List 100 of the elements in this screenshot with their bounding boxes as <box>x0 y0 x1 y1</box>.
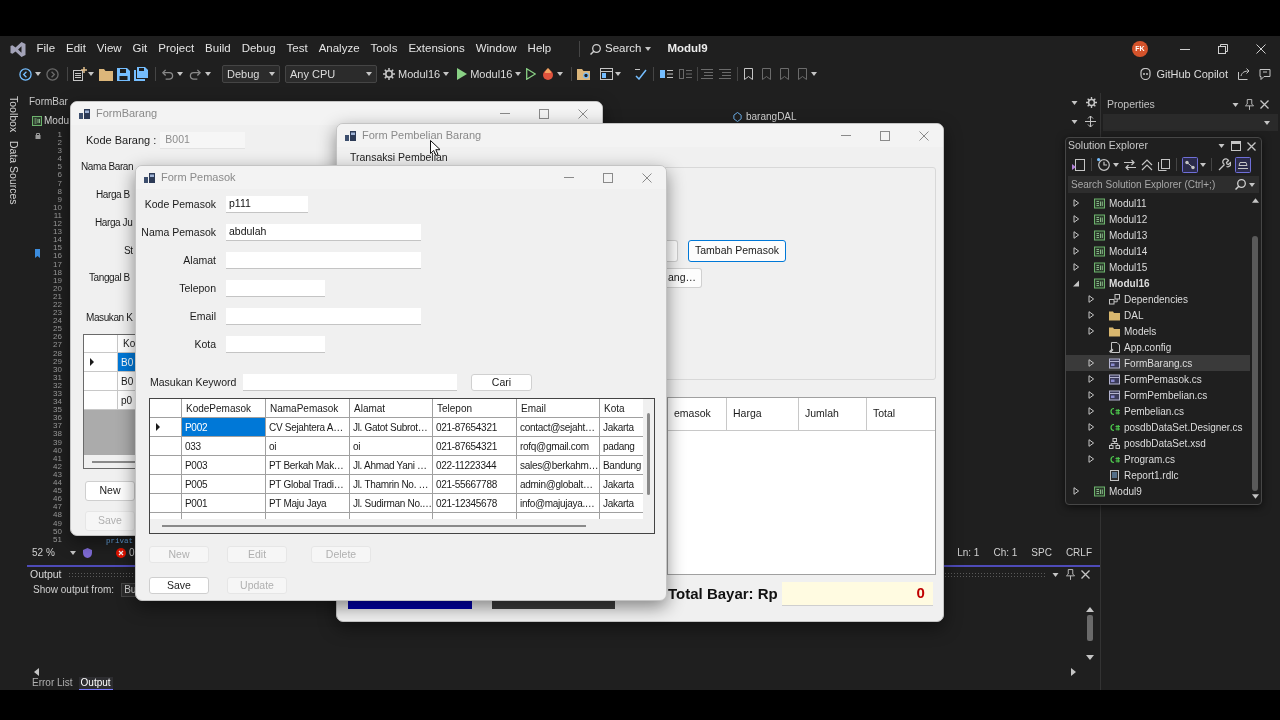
tree-item[interactable]: Modul16 <box>1066 275 1250 291</box>
tree-item[interactable]: Modul13 <box>1066 227 1250 243</box>
lines-icon[interactable] <box>701 68 714 80</box>
back-icon[interactable] <box>19 67 32 81</box>
tree-item[interactable]: Modul11 <box>1066 195 1250 211</box>
menu-item[interactable]: Git <box>127 38 153 60</box>
search-field[interactable]: Search Solution Explorer (Ctrl+;) <box>1068 176 1259 193</box>
caret-icon[interactable] <box>811 72 818 76</box>
tree-item[interactable]: FormPembelian.cs <box>1066 387 1250 403</box>
collapsed-triangle-icon[interactable] <box>1073 199 1080 207</box>
form-button[interactable]: Tambah Pemasok <box>688 240 786 262</box>
caret-icon[interactable] <box>1071 101 1078 105</box>
collapsed-triangle-icon[interactable] <box>1088 311 1095 319</box>
tree-item[interactable]: Dependencies <box>1066 291 1250 307</box>
save-icon[interactable] <box>117 67 130 81</box>
undo-icon[interactable] <box>161 67 174 81</box>
menu-item[interactable]: Test <box>281 38 314 60</box>
collapsed-triangle-icon[interactable] <box>1073 231 1080 239</box>
collapsed-triangle-icon[interactable] <box>1073 247 1080 255</box>
caret-icon[interactable] <box>1232 102 1239 107</box>
tree-item[interactable]: FormPemasok.cs <box>1066 371 1250 387</box>
flame-icon[interactable] <box>542 68 555 80</box>
side-tab[interactable]: Toolbox <box>7 96 20 133</box>
close-icon[interactable] <box>1081 570 1090 579</box>
panel-tab[interactable]: Error List <box>30 677 75 689</box>
close-icon[interactable] <box>1256 44 1266 54</box>
text-field[interactable] <box>226 336 325 353</box>
scrollbar-thumb[interactable] <box>647 413 650 495</box>
zoom-dropdown[interactable]: 52 % <box>30 546 78 559</box>
editor-tab[interactable]: FormBar <box>29 96 68 108</box>
copy-icon[interactable] <box>1158 158 1170 171</box>
caret-icon[interactable] <box>1052 572 1059 577</box>
menu-item[interactable]: File <box>31 38 61 60</box>
caret-icon[interactable] <box>88 72 94 76</box>
total-field[interactable]: 0 <box>781 582 933 606</box>
pin-icon[interactable] <box>1245 99 1254 110</box>
type-dropdown[interactable]: barangDAL <box>746 112 797 122</box>
text-field[interactable] <box>226 252 421 269</box>
tray-icon[interactable] <box>1235 156 1251 173</box>
restore-icon[interactable] <box>1218 44 1228 54</box>
project-dropdown[interactable]: Modu <box>44 115 69 127</box>
text-field[interactable]: p111 <box>226 196 308 213</box>
tree-item[interactable]: FormBarang.cs <box>1066 355 1250 371</box>
text-field[interactable] <box>226 280 325 297</box>
menu-item[interactable]: Window <box>470 38 523 60</box>
form-button[interactable]: Save <box>149 577 209 594</box>
collapsed-triangle-icon[interactable] <box>1088 391 1095 399</box>
text-field[interactable] <box>243 374 457 391</box>
tree-item[interactable]: Models <box>1066 323 1250 339</box>
scroll-down-icon[interactable] <box>1251 494 1259 499</box>
tree-item[interactable]: Modul12 <box>1066 211 1250 227</box>
tree-item[interactable]: posdbDataSet.Designer.cs <box>1066 419 1250 435</box>
collapsed-triangle-icon[interactable] <box>1073 215 1080 223</box>
lines-icon[interactable] <box>719 68 732 80</box>
maximize-icon[interactable] <box>1231 141 1241 151</box>
save-all-icon[interactable] <box>134 67 148 81</box>
scrollbar-thumb[interactable] <box>162 525 586 527</box>
close-icon[interactable] <box>1260 100 1269 109</box>
panel-tab[interactable]: Output <box>78 677 113 690</box>
side-tab[interactable]: Data Sources <box>7 141 20 205</box>
scroll-up-icon[interactable] <box>1251 198 1259 203</box>
folder-search-icon[interactable] <box>577 68 591 80</box>
copilot-button[interactable]: GitHub Copilot <box>1137 65 1230 83</box>
search-button[interactable]: Search <box>588 38 654 60</box>
scrollbar-thumb[interactable] <box>1252 236 1258 491</box>
menu-item[interactable]: Build <box>199 38 237 60</box>
caret-icon[interactable] <box>1071 120 1078 124</box>
collapsed-triangle-icon[interactable] <box>1073 487 1080 495</box>
node-graph-icon[interactable] <box>1182 156 1198 173</box>
caret-icon[interactable] <box>205 72 211 76</box>
settings-icon[interactable] <box>1086 97 1097 108</box>
tree-item[interactable]: Program.cs <box>1066 451 1250 467</box>
speech-bubble-icon[interactable] <box>1259 68 1271 80</box>
status-item[interactable]: Ch: 1 <box>993 545 1018 560</box>
share-icon[interactable] <box>1238 68 1250 80</box>
pin-icon[interactable] <box>1066 569 1075 580</box>
menu-item[interactable]: View <box>91 38 128 60</box>
collapsed-triangle-icon[interactable] <box>1088 327 1095 335</box>
tree-item[interactable]: App.config <box>1066 339 1250 355</box>
scrollbar-thumb[interactable] <box>1087 615 1093 641</box>
error-icon[interactable] <box>116 547 126 558</box>
tree-item[interactable]: Modul14 <box>1066 243 1250 259</box>
menu-item[interactable]: Project <box>152 38 200 60</box>
caret-icon[interactable] <box>1113 162 1119 167</box>
collapsed-triangle-icon[interactable] <box>1088 407 1095 415</box>
status-item[interactable]: CRLF <box>1065 545 1092 560</box>
scrollbar-thumb[interactable] <box>92 460 135 463</box>
text-field[interactable]: abdulah <box>226 224 421 241</box>
configuration-dropdown[interactable]: Debug <box>222 65 280 83</box>
swap-arrows-icon[interactable] <box>1124 158 1136 171</box>
minimize-icon[interactable] <box>1180 48 1190 50</box>
scroll-right-icon[interactable] <box>1071 668 1076 676</box>
wrench-icon[interactable] <box>1218 158 1231 171</box>
form-button[interactable]: New <box>85 481 135 501</box>
scroll-left-icon[interactable] <box>34 668 39 676</box>
clock-icon[interactable] <box>1097 158 1110 171</box>
scroll-up-icon[interactable] <box>1086 607 1094 612</box>
tree-item[interactable]: Modul9 <box>1066 483 1250 499</box>
menu-item[interactable]: Analyze <box>313 38 366 60</box>
new-document-icon[interactable] <box>73 67 87 81</box>
